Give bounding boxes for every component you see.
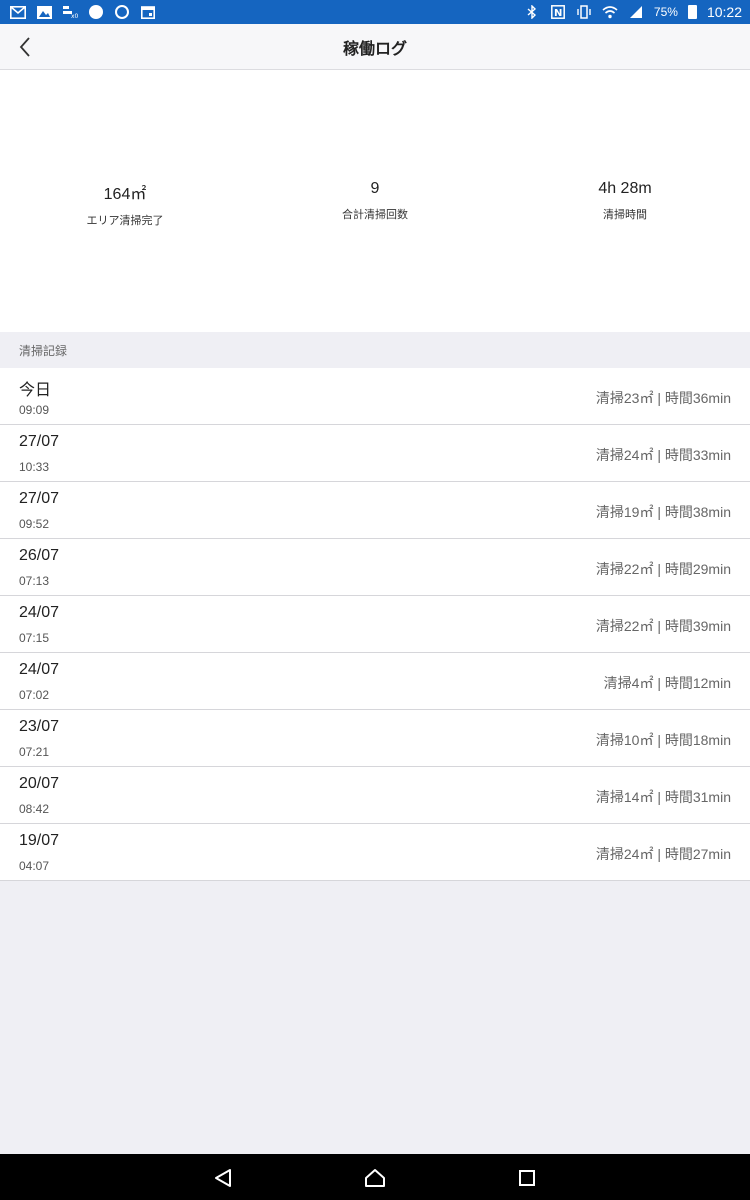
stat-area-value: 164㎡ <box>103 186 147 203</box>
records-section-header: 清掃記録 <box>0 332 750 368</box>
record-row[interactable]: 24/07 07:02 清掃4㎡ | 時間12min <box>0 653 750 710</box>
calendar-icon <box>140 5 156 19</box>
back-triangle-icon <box>215 1169 231 1187</box>
record-date: 19/07 <box>19 832 60 849</box>
record-row[interactable]: 19/07 04:07 清掃24㎡ | 時間27min <box>0 824 750 881</box>
stat-duration-label: 清掃時間 <box>603 209 647 221</box>
back-button[interactable] <box>10 32 40 62</box>
navigation-bar <box>0 1154 750 1200</box>
battery-percent: 75% <box>653 5 678 19</box>
record-date: 今日 <box>19 382 52 399</box>
status-system: N 75% 10:22 <box>524 4 742 20</box>
record-time: 07:21 <box>19 745 50 759</box>
record-summary: 清掃24㎡ | 時間27min <box>595 846 731 862</box>
record-summary: 清掃22㎡ | 時間29min <box>595 561 731 577</box>
wifi-icon <box>602 5 618 19</box>
stat-area-label: エリア清掃完了 <box>86 215 164 227</box>
record-row[interactable]: 20/07 08:42 清掃14㎡ | 時間31min <box>0 767 750 824</box>
record-time: 07:15 <box>19 631 50 645</box>
record-summary: 清掃10㎡ | 時間18min <box>595 732 731 748</box>
svg-text:N: N <box>554 8 562 19</box>
record-time: 07:02 <box>19 688 50 702</box>
stat-count-value: 9 <box>370 180 380 197</box>
record-row[interactable]: 27/07 10:33 清掃24㎡ | 時間33min <box>0 425 750 482</box>
record-date: 27/07 <box>19 490 60 507</box>
clock: 10:22 <box>706 4 742 20</box>
record-time: 09:52 <box>19 517 50 531</box>
stat-count: 9 合計清掃回数 <box>250 180 500 222</box>
vibrate-icon <box>576 5 592 19</box>
svg-text:x0: x0 <box>71 13 78 19</box>
stat-count-label: 合計清掃回数 <box>342 209 408 221</box>
record-date: 23/07 <box>19 718 60 735</box>
summary-panel: 164㎡ エリア清掃完了 9 合計清掃回数 4h 28m 清掃時間 <box>0 70 750 332</box>
battery-icon <box>687 5 697 19</box>
page-title: 稼働ログ <box>342 40 407 58</box>
records-list: 今日 09:09 清掃23㎡ | 時間36min 27/07 10:33 清掃2… <box>0 368 750 881</box>
record-row[interactable]: 24/07 07:15 清掃22㎡ | 時間39min <box>0 596 750 653</box>
record-date: 20/07 <box>19 775 60 792</box>
record-row[interactable]: 23/07 07:21 清掃10㎡ | 時間18min <box>0 710 750 767</box>
record-time: 07:13 <box>19 574 50 588</box>
record-date: 27/07 <box>19 433 60 450</box>
record-summary: 清掃22㎡ | 時間39min <box>595 618 731 634</box>
nav-home-button[interactable] <box>363 1166 387 1190</box>
bluetooth-icon <box>524 5 540 19</box>
record-summary: 清掃24㎡ | 時間33min <box>595 447 731 463</box>
record-time: 09:09 <box>19 403 50 417</box>
stat-duration-value: 4h 28m <box>598 180 652 197</box>
stat-duration: 4h 28m 清掃時間 <box>500 180 750 222</box>
stat-area: 164㎡ エリア清掃完了 <box>0 180 250 228</box>
record-row[interactable]: 27/07 09:52 清掃19㎡ | 時間38min <box>0 482 750 539</box>
cell-signal-icon <box>628 5 644 19</box>
gmail-icon <box>10 5 26 19</box>
status-bar: x0 N 75% 10:22 <box>0 0 750 24</box>
nav-back-button[interactable] <box>211 1166 235 1190</box>
signal-alt-icon: x0 <box>62 5 78 19</box>
record-date: 26/07 <box>19 547 60 564</box>
chevron-left-icon <box>19 37 30 57</box>
record-summary: 清掃14㎡ | 時間31min <box>595 789 731 805</box>
record-icon <box>114 5 130 19</box>
image-icon <box>36 5 52 19</box>
record-summary: 清掃4㎡ | 時間12min <box>603 675 731 691</box>
record-time: 04:07 <box>19 859 50 873</box>
record-date: 24/07 <box>19 604 60 621</box>
record-row[interactable]: 26/07 07:13 清掃22㎡ | 時間29min <box>0 539 750 596</box>
home-icon <box>365 1169 385 1187</box>
record-time: 08:42 <box>19 802 50 816</box>
nfc-icon: N <box>550 5 566 19</box>
status-notifications: x0 <box>10 5 156 19</box>
record-time: 10:33 <box>19 460 50 474</box>
browser-icon <box>88 5 104 19</box>
record-date: 24/07 <box>19 661 60 678</box>
recents-icon <box>519 1170 535 1186</box>
record-row[interactable]: 今日 09:09 清掃23㎡ | 時間36min <box>0 368 750 425</box>
record-summary: 清掃23㎡ | 時間36min <box>595 390 731 406</box>
app-header: 稼働ログ <box>0 24 750 70</box>
nav-recents-button[interactable] <box>515 1166 539 1190</box>
record-summary: 清掃19㎡ | 時間38min <box>595 504 731 520</box>
